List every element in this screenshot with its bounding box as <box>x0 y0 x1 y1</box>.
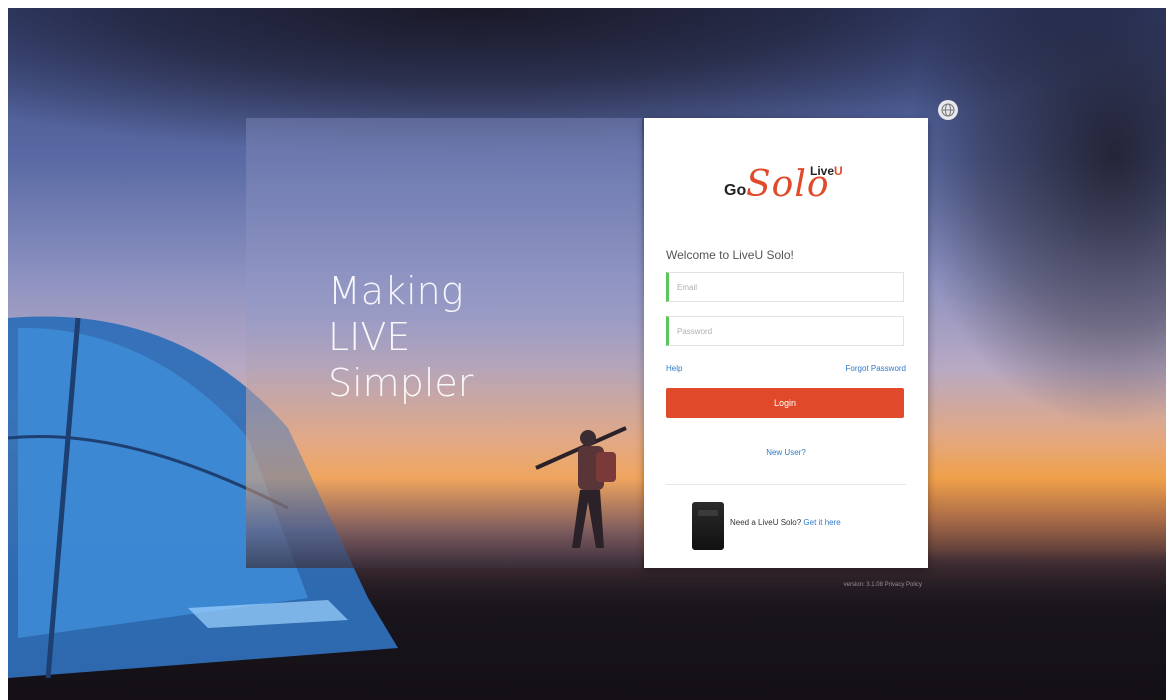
tagline-line-1: Making <box>328 269 464 313</box>
welcome-heading: Welcome to LiveU Solo! <box>666 248 794 262</box>
logo-liveu-suffix: U <box>834 164 843 178</box>
email-field[interactable] <box>666 272 904 302</box>
tree-silhouette-right <box>906 8 1166 428</box>
promo-text: Need a LiveU Solo? Get it here <box>730 518 841 527</box>
device-image <box>692 502 724 550</box>
gosolo-logo: Go Solo LiveU <box>724 162 854 210</box>
hero-panel: Making LIVE Simpler <box>246 118 642 568</box>
tagline-line-3: Simpler <box>328 361 474 405</box>
hero-tagline: Making LIVE Simpler <box>328 268 473 406</box>
tagline-line-2: LIVE <box>328 315 411 359</box>
forgot-password-link[interactable]: Forgot Password <box>846 364 906 373</box>
login-panel: Go Solo LiveU Welcome to LiveU Solo! Hel… <box>644 118 928 568</box>
login-button[interactable]: Login <box>666 388 904 418</box>
hiker-silhouette <box>535 426 627 548</box>
footer: version: 3.1.08 Privacy Policy <box>844 582 922 588</box>
privacy-policy-link[interactable]: Privacy Policy <box>885 582 922 588</box>
globe-icon[interactable] <box>938 100 958 120</box>
help-link[interactable]: Help <box>666 364 682 373</box>
version-text: version: 3.1.08 <box>843 582 883 588</box>
logo-liveu-text: LiveU <box>810 164 843 178</box>
logo-liveu-prefix: Live <box>810 164 835 178</box>
promo-question: Need a LiveU Solo? <box>730 518 802 527</box>
get-it-here-link[interactable]: Get it here <box>803 518 840 527</box>
promo-section: Need a LiveU Solo? Get it here <box>692 498 902 550</box>
password-field[interactable] <box>666 316 904 346</box>
new-user-link[interactable]: New User? <box>644 448 928 457</box>
divider <box>666 484 906 485</box>
logo-go-text: Go <box>724 182 747 199</box>
